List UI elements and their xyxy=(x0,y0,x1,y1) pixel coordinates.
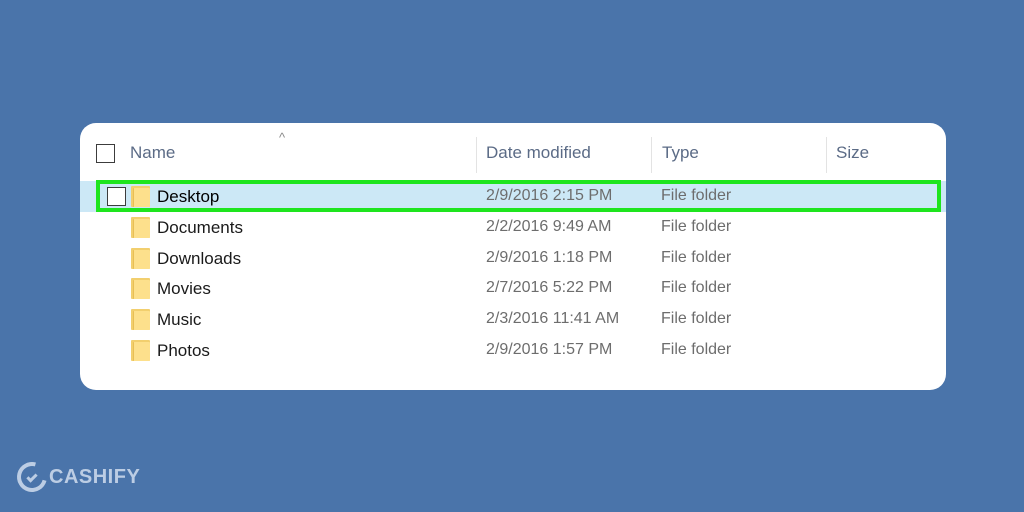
brand-name: CASHIFY xyxy=(49,465,141,488)
row-checkbox[interactable] xyxy=(107,187,126,206)
file-name: Music xyxy=(157,310,202,330)
file-type: File folder xyxy=(661,187,732,204)
file-date-modified: 2/2/2016 9:49 AM xyxy=(486,217,612,235)
folder-icon xyxy=(131,340,150,361)
select-all-checkbox[interactable] xyxy=(96,144,115,163)
file-row[interactable]: Music 2/3/2016 11:41 AM File folder xyxy=(80,304,946,335)
file-name: Downloads xyxy=(157,248,242,268)
folder-icon xyxy=(131,247,150,269)
file-date-modified: 2/3/2016 11:41 AM xyxy=(486,310,620,328)
cashify-logo-icon xyxy=(11,456,53,498)
file-row[interactable]: Downloads 2/9/2016 1:18 PM File folder xyxy=(80,243,946,274)
file-date-modified: 2/9/2016 2:15 PM xyxy=(486,187,613,204)
column-header-size[interactable]: Size xyxy=(836,143,869,163)
file-explorer-panel: ^ Name Date modified Type Size Desktop 2/… xyxy=(80,123,946,390)
column-header-bar: ^ Name Date modified Type Size xyxy=(80,123,946,185)
file-type: File folder xyxy=(661,279,732,297)
file-row[interactable]: Documents 2/2/2016 9:49 AM File folder xyxy=(80,212,946,243)
file-row[interactable]: Photos 2/9/2016 1:57 PM File folder xyxy=(80,335,946,366)
file-date-modified: 2/9/2016 1:57 PM xyxy=(486,341,613,358)
folder-icon xyxy=(131,309,150,331)
column-header-name[interactable]: Name xyxy=(130,143,175,163)
file-name: Photos xyxy=(157,341,210,360)
file-name: Movies xyxy=(157,279,211,299)
file-date-modified: 2/9/2016 1:18 PM xyxy=(486,248,613,266)
column-divider[interactable] xyxy=(476,137,477,173)
file-type: File folder xyxy=(661,248,732,266)
column-divider[interactable] xyxy=(651,137,652,173)
folder-icon xyxy=(131,186,150,207)
page: ^ Name Date modified Type Size Desktop 2/… xyxy=(0,0,1024,512)
file-name: Desktop xyxy=(157,187,220,206)
file-type: File folder xyxy=(661,341,732,358)
folder-icon xyxy=(131,278,150,300)
file-row[interactable]: Desktop 2/9/2016 2:15 PM File folder xyxy=(80,181,946,212)
brand-logo: CASHIFY xyxy=(11,456,141,498)
file-date-modified: 2/7/2016 5:22 PM xyxy=(486,279,613,297)
file-type: File folder xyxy=(661,217,732,235)
column-header-date-modified[interactable]: Date modified xyxy=(486,143,591,163)
file-name: Documents xyxy=(157,217,243,237)
column-header-type[interactable]: Type xyxy=(662,143,699,163)
file-row[interactable]: Movies 2/7/2016 5:22 PM File folder xyxy=(80,273,946,304)
file-type: File folder xyxy=(661,310,732,328)
folder-icon xyxy=(131,216,150,238)
column-divider[interactable] xyxy=(826,137,827,173)
sort-indicator-icon: ^ xyxy=(279,130,286,145)
